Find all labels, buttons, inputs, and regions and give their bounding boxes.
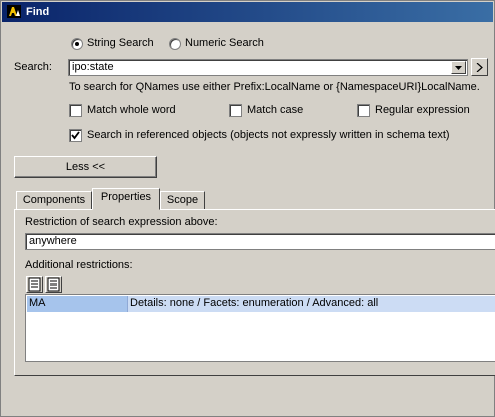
- title-bar: Find: [2, 2, 493, 22]
- numeric-search-label: Numeric Search: [185, 37, 264, 49]
- search-hint: To search for QNames use either Prefix:L…: [69, 81, 480, 93]
- search-go-button[interactable]: [471, 58, 488, 76]
- tab-scope[interactable]: Scope: [160, 191, 205, 210]
- find-dialog: Find String Search Numeric Search Search…: [0, 0, 495, 417]
- additional-restrictions-label: Additional restrictions:: [25, 259, 133, 271]
- radio-selected-dot: [75, 42, 79, 46]
- match-whole-word-checkbox[interactable]: [69, 104, 82, 117]
- checkmark-icon: [71, 131, 80, 140]
- insert-row-button[interactable]: [26, 276, 43, 293]
- tab-components[interactable]: Components: [16, 191, 92, 210]
- regular-expression-checkbox[interactable]: [357, 104, 370, 117]
- restrictions-table[interactable]: MA Details: none / Facets: enumeration /…: [25, 294, 495, 362]
- table-row[interactable]: MA Details: none / Facets: enumeration /…: [27, 296, 495, 312]
- less-button[interactable]: Less <<: [14, 156, 157, 178]
- regular-expression-label: Regular expression: [375, 104, 470, 116]
- match-case-checkbox[interactable]: [229, 104, 242, 117]
- restriction-label: Restriction of search expression above:: [25, 216, 218, 228]
- append-row-icon: [47, 277, 60, 292]
- restriction-field[interactable]: anywhere: [25, 233, 495, 250]
- match-case-label: Match case: [247, 104, 304, 116]
- match-whole-word-label: Match whole word: [87, 104, 176, 116]
- search-combobox[interactable]: ipo:state: [68, 59, 468, 76]
- restriction-name-cell[interactable]: MA: [27, 296, 128, 312]
- string-search-label: String Search: [87, 37, 154, 49]
- chevron-down-icon: [455, 66, 462, 70]
- search-dropdown-button[interactable]: [451, 61, 466, 74]
- restriction-details-cell[interactable]: Details: none / Facets: enumeration / Ad…: [130, 296, 378, 311]
- string-search-radio[interactable]: [71, 38, 83, 50]
- search-input[interactable]: ipo:state: [72, 61, 114, 73]
- insert-row-icon: [28, 277, 41, 292]
- window-title: Find: [26, 6, 50, 18]
- search-referenced-label: Search in referenced objects (objects no…: [87, 129, 450, 141]
- chevron-right-icon: [476, 63, 483, 72]
- search-label: Search:: [14, 61, 52, 73]
- search-referenced-checkbox[interactable]: [69, 129, 82, 142]
- numeric-search-radio[interactable]: [169, 38, 181, 50]
- find-app-icon: [7, 5, 21, 18]
- restriction-value[interactable]: anywhere: [29, 235, 77, 247]
- tab-properties[interactable]: Properties: [92, 188, 160, 210]
- append-row-button[interactable]: [45, 276, 62, 293]
